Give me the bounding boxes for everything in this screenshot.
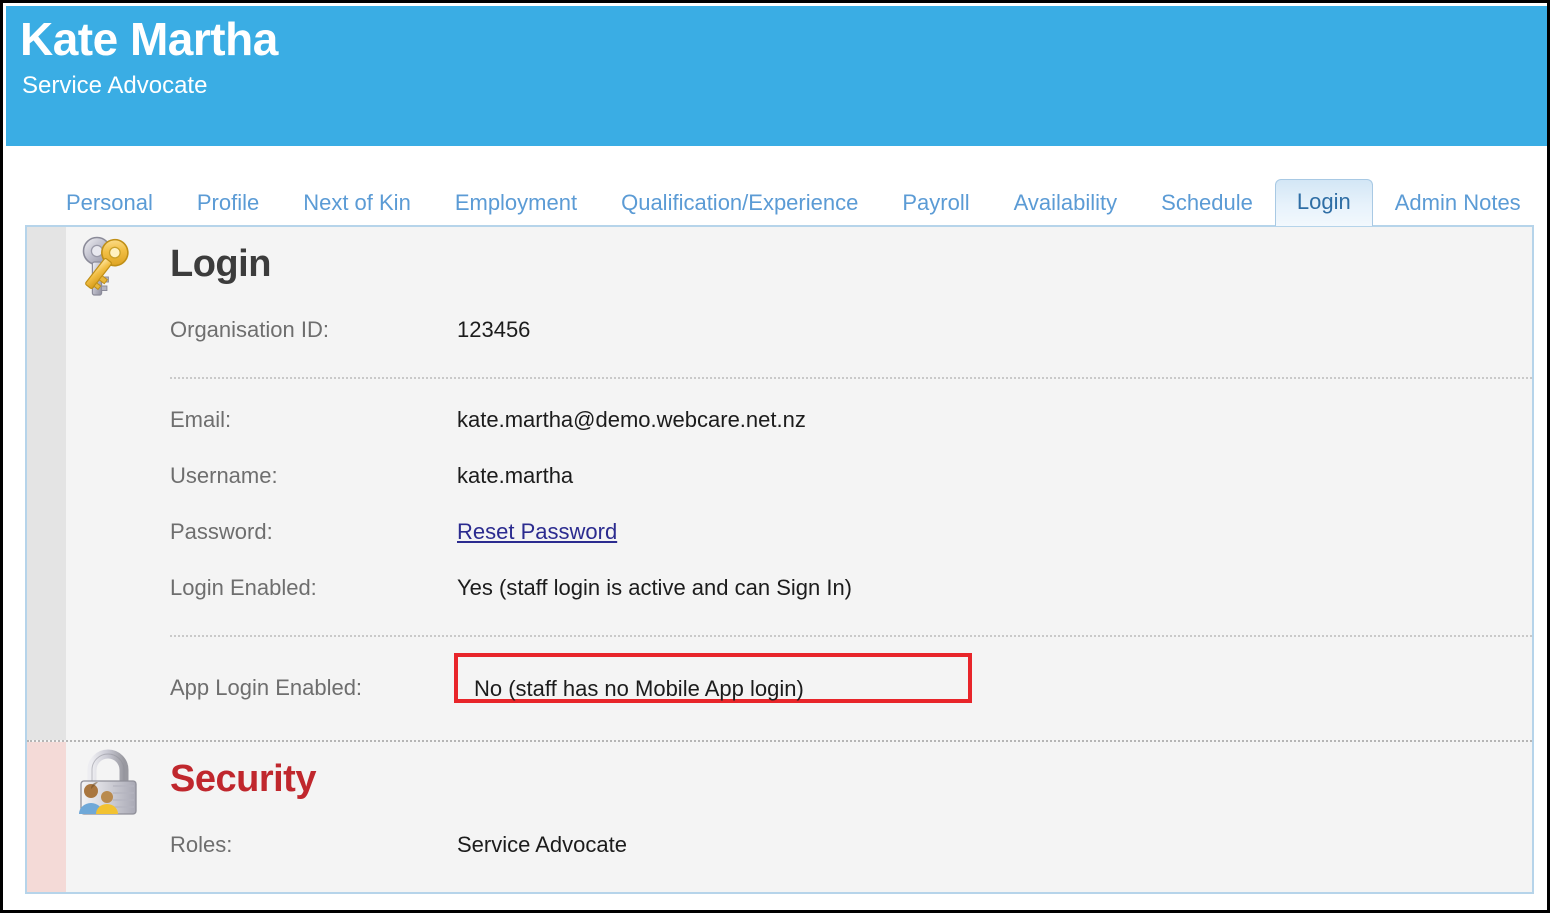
field-roles: Roles: Service Advocate [66,820,1532,876]
security-section-header: Security [66,742,1532,820]
tab-content-panel: Login Organisation ID: 123456 Email: kat… [25,225,1534,894]
login-section-accent-bar [27,227,66,740]
tab-employment[interactable]: Employment [433,181,599,226]
tab-availability[interactable]: Availability [992,181,1140,226]
field-value: kate.martha [457,463,573,489]
application-window: Kate Martha Service Advocate Personal Pr… [0,0,1550,913]
padlock-users-icon [69,748,151,820]
tab-qualification-experience[interactable]: Qualification/Experience [599,181,880,226]
login-section: Login Organisation ID: 123456 Email: kat… [27,227,1532,740]
tab-login[interactable]: Login [1275,179,1373,226]
field-label: Password: [170,519,273,545]
field-value: kate.martha@demo.webcare.net.nz [457,407,806,433]
field-label: Username: [170,463,278,489]
field-label: Organisation ID: [170,317,329,343]
tab-admin-notes[interactable]: Admin Notes [1373,181,1543,226]
login-section-body: Login Organisation ID: 123456 Email: kat… [66,227,1532,719]
tab-schedule[interactable]: Schedule [1139,181,1275,226]
spacer [66,361,1532,377]
field-password: Password: Reset Password [66,507,1532,563]
keys-icon [69,233,151,305]
tab-list: Personal Profile Next of Kin Employment … [6,178,1543,226]
spacer [66,619,1532,635]
field-label: Roles: [170,832,232,858]
field-value-wrapper: Reset Password [457,519,617,545]
tab-bar: Personal Profile Next of Kin Employment … [6,146,1550,226]
staff-header-banner: Kate Martha Service Advocate [6,6,1550,146]
field-label: Email: [170,407,231,433]
security-section-body: Security Roles: Service Advocate [66,742,1532,876]
tab-personal[interactable]: Personal [44,181,175,226]
security-section-title: Security [170,760,316,798]
field-organisation-id: Organisation ID: 123456 [66,305,1532,361]
tab-payroll[interactable]: Payroll [880,181,991,226]
field-value: 123456 [457,317,530,343]
field-label: App Login Enabled: [170,675,362,701]
field-email: Email: kate.martha@demo.webcare.net.nz [66,395,1532,451]
tab-profile[interactable]: Profile [175,181,281,226]
field-label: Login Enabled: [170,575,317,601]
field-app-login-enabled: App Login Enabled: No (staff has no Mobi… [66,663,1532,719]
field-value: Yes (staff login is active and can Sign … [457,575,852,601]
field-value: Service Advocate [457,832,627,858]
security-section-accent-bar [27,742,66,894]
login-section-title: Login [170,245,271,283]
field-username: Username: kate.martha [66,451,1532,507]
tab-next-of-kin[interactable]: Next of Kin [281,181,433,226]
page-subtitle-role: Service Advocate [22,72,1550,101]
security-section: Security Roles: Service Advocate [27,742,1532,894]
reset-password-link[interactable]: Reset Password [457,519,617,544]
field-login-enabled: Login Enabled: Yes (staff login is activ… [66,563,1532,619]
spacer [66,379,1532,395]
field-value: No (staff has no Mobile App login) [474,676,804,702]
page-title: Kate Martha [20,12,1550,66]
login-section-header: Login [66,227,1532,305]
